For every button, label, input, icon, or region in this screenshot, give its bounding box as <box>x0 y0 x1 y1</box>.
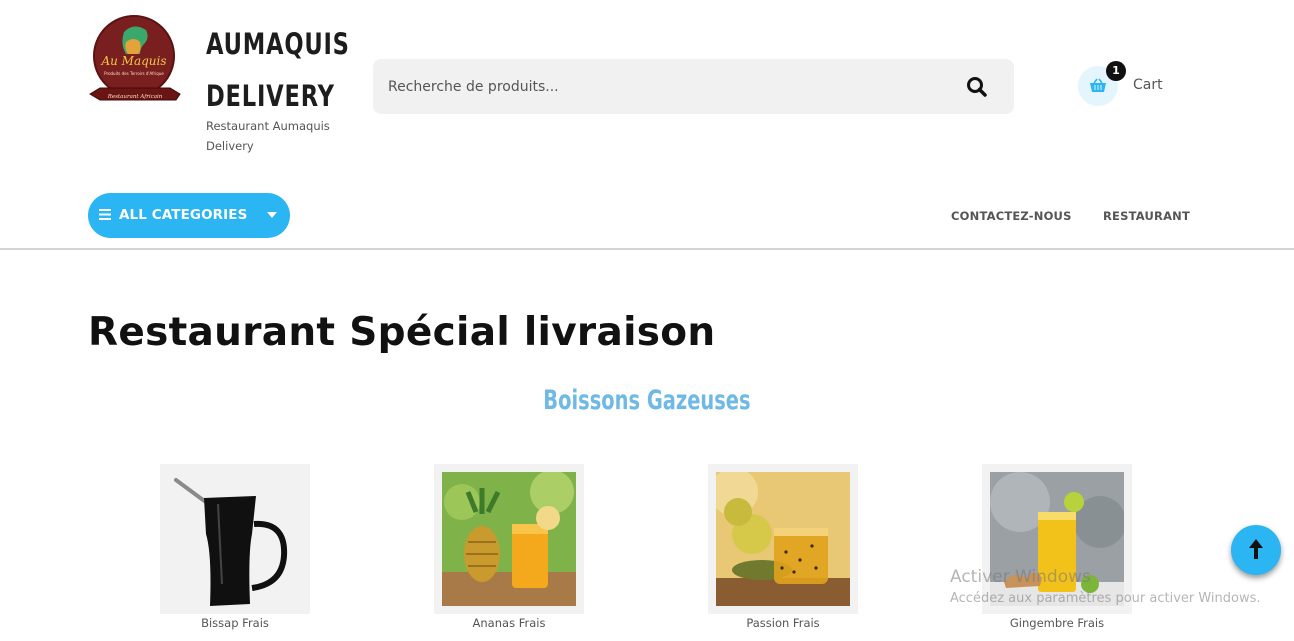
site-title[interactable]: AUMAQUIS DELIVERY <box>206 18 350 122</box>
section-title-text: Boissons Gazeuses <box>543 385 751 416</box>
product-card[interactable]: Ananas Frais <box>434 464 584 630</box>
watermark-line1: Activer Windows <box>950 567 1091 587</box>
site-tagline: Restaurant Aumaquis Delivery <box>206 119 330 153</box>
page-title: Restaurant Spécial livraison <box>88 310 716 355</box>
logo-graphic: Au Maquis Produits des Terroirs d'Afriqu… <box>89 15 181 101</box>
cart-count-badge: 1 <box>1106 61 1126 81</box>
product-card[interactable]: Passion Frais <box>708 464 858 630</box>
product-image[interactable] <box>434 464 584 614</box>
nav-link-restaurant[interactable]: RESTAURANT <box>1103 209 1190 223</box>
product-name[interactable]: Bissap Frais <box>160 616 310 630</box>
product-card[interactable]: Bissap Frais <box>160 464 310 630</box>
product-name[interactable]: Ananas Frais <box>434 616 584 630</box>
cart-label: Cart <box>1133 77 1163 93</box>
search-icon[interactable] <box>966 76 988 98</box>
chevron-down-icon <box>267 212 277 218</box>
arrow-up-icon <box>1249 539 1263 559</box>
site-title-line1: AUMAQUIS <box>206 27 350 61</box>
nav-link-contact[interactable]: CONTACTEZ-NOUS <box>951 209 1072 223</box>
section-title: Boissons Gazeuses <box>0 385 1294 416</box>
cart-button[interactable]: 1 Cart <box>1078 61 1178 106</box>
menu-icon <box>99 209 111 220</box>
windows-activation-watermark: Activer Windows Accédez aux paramètres p… <box>950 567 1261 606</box>
scroll-to-top-button[interactable] <box>1231 525 1281 575</box>
watermark-line2: Accédez aux paramètres pour activer Wind… <box>950 591 1261 606</box>
logo-subtext: Produits des Terroirs d'Afrique <box>104 71 164 76</box>
product-name[interactable]: Gingembre Frais <box>982 616 1132 630</box>
product-image[interactable] <box>708 464 858 614</box>
site-title-line2: DELIVERY <box>206 79 335 113</box>
site-logo[interactable]: Au Maquis Produits des Terroirs d'Afriqu… <box>88 12 182 110</box>
search-input[interactable] <box>388 59 948 114</box>
product-image[interactable] <box>160 464 310 614</box>
logo-banner-text: Restaurant Africain <box>107 94 163 100</box>
nav-divider <box>0 248 1294 250</box>
logo-text: Au Maquis <box>100 54 166 68</box>
search-bar <box>373 59 1014 114</box>
all-categories-button[interactable]: ALL CATEGORIES <box>88 193 290 238</box>
all-categories-label: ALL CATEGORIES <box>119 207 248 223</box>
product-name[interactable]: Passion Frais <box>708 616 858 630</box>
